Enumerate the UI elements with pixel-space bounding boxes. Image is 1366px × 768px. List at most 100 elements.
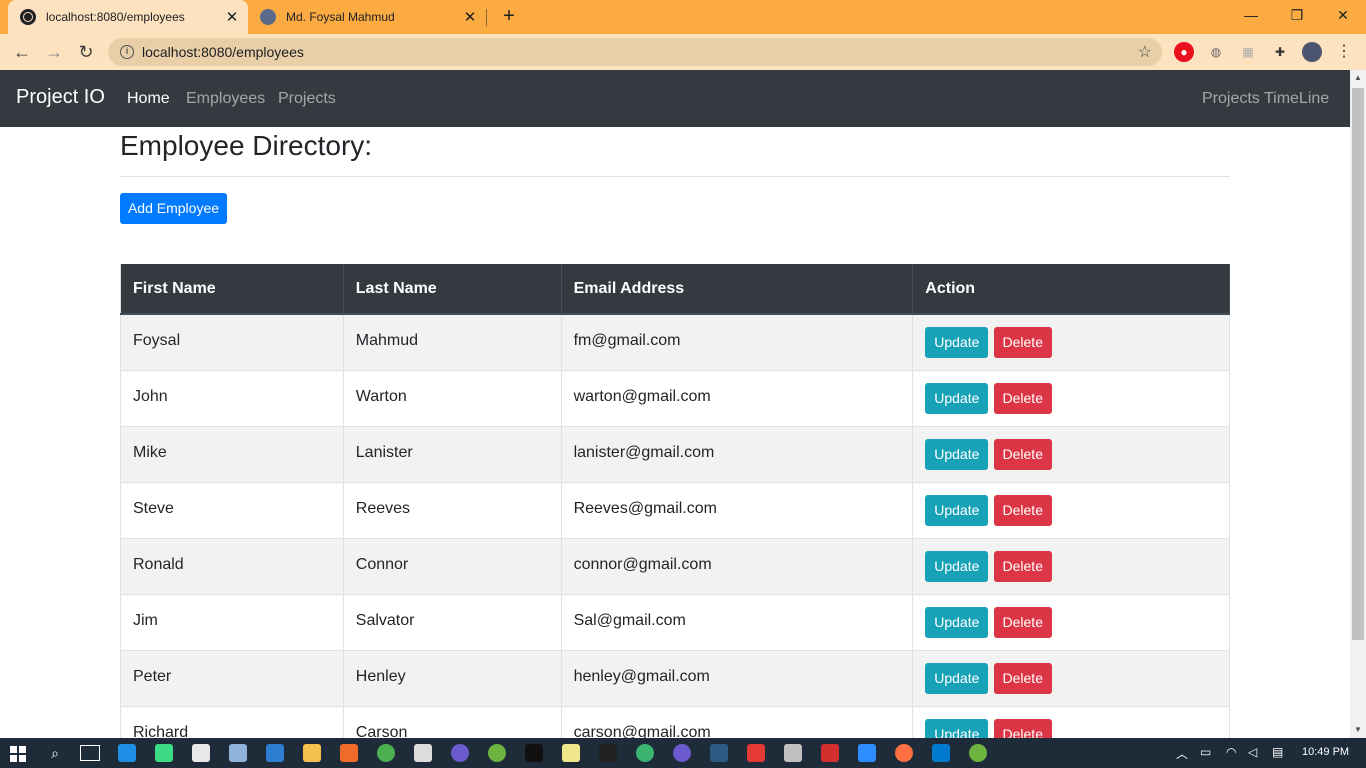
cell-actions: Update Delete	[912, 369, 1230, 426]
new-tab-button[interactable]: +	[498, 5, 520, 27]
delete-button[interactable]: Delete	[993, 662, 1052, 694]
eclipse-icon[interactable]	[451, 744, 469, 762]
calendar-icon[interactable]	[266, 744, 284, 762]
header-action: Action	[912, 264, 1230, 315]
url-text: localhost:8080/employees	[142, 44, 304, 60]
header-first-name: First Name	[120, 264, 344, 315]
spring-tools-icon[interactable]	[488, 744, 506, 762]
update-button[interactable]: Update	[925, 327, 989, 358]
update-button[interactable]: Update	[925, 662, 989, 694]
control-panel-icon[interactable]	[229, 744, 247, 762]
windows-taskbar: ⌕ ︿ ▭ ◠ ◁ ▤ 10:49 PM	[0, 738, 1366, 768]
nav-employees[interactable]: Employees	[186, 90, 265, 108]
nav-projects[interactable]: Projects	[278, 90, 336, 108]
spring-tools-icon[interactable]	[969, 744, 987, 762]
tab-employees[interactable]: localhost:8080/employees ✕	[8, 0, 248, 34]
windows-start-icon[interactable]	[10, 746, 26, 762]
battery-icon[interactable]: ▭	[1200, 745, 1211, 759]
menu-kebab-icon[interactable]: ⋮	[1334, 42, 1354, 62]
table-row: Mike Lanister lanister@gmail.com Update Del…	[120, 425, 1230, 482]
delete-button[interactable]: Delete	[993, 438, 1052, 470]
close-tab-icon[interactable]: ✕	[222, 8, 242, 26]
acrobat-icon[interactable]	[821, 744, 839, 762]
volume-icon[interactable]: ◁	[1248, 745, 1257, 759]
delete-button[interactable]: Delete	[993, 494, 1052, 526]
android-studio-icon[interactable]	[155, 744, 173, 762]
app-icon[interactable]	[340, 744, 358, 762]
cell-last: Lanister	[343, 425, 562, 482]
nav-home[interactable]: Home	[127, 90, 170, 108]
calculator-icon[interactable]	[414, 744, 432, 762]
update-button[interactable]: Update	[925, 382, 989, 414]
close-tab-icon[interactable]: ✕	[460, 8, 480, 26]
terminal-icon[interactable]	[525, 744, 543, 762]
divider	[120, 176, 1230, 177]
brand-logo[interactable]: Project IO	[16, 86, 105, 109]
delete-button[interactable]: Delete	[993, 550, 1052, 582]
header-last-name: Last Name	[343, 264, 562, 315]
cell-actions: Update Delete	[912, 481, 1230, 538]
forward-arrow-icon[interactable]: →	[42, 40, 66, 64]
notification-icon[interactable]: ▤	[1272, 745, 1283, 759]
app-icon[interactable]	[895, 744, 913, 762]
task-view-icon[interactable]	[80, 745, 100, 761]
back-arrow-icon[interactable]: ←	[10, 40, 34, 64]
reload-icon[interactable]: ↻	[74, 40, 98, 64]
cell-first: Mike	[120, 425, 344, 482]
table-row: Ronald Connor connor@gmail.com Update Delet…	[120, 537, 1230, 594]
app-icon[interactable]	[784, 744, 802, 762]
notepad-icon[interactable]	[562, 744, 580, 762]
pe-icon[interactable]	[599, 744, 617, 762]
app-icon[interactable]	[747, 744, 765, 762]
restore-button[interactable]: ❐	[1274, 0, 1320, 30]
page-scrollbar[interactable]: ▲ ▼	[1350, 70, 1366, 738]
zoom-icon[interactable]	[858, 744, 876, 762]
scrollbar-thumb[interactable]	[1352, 88, 1364, 640]
app-icon[interactable]	[636, 744, 654, 762]
cell-last: Reeves	[343, 481, 562, 538]
delete-button[interactable]: Delete	[993, 382, 1052, 414]
update-button[interactable]: Update	[925, 718, 989, 738]
edge-icon[interactable]	[118, 744, 136, 762]
cell-actions: Update Delete	[912, 593, 1230, 650]
delete-button[interactable]: Delete	[993, 606, 1052, 638]
scroll-down-arrow-icon[interactable]: ▼	[1350, 722, 1366, 738]
vscode-icon[interactable]	[932, 744, 950, 762]
search-icon[interactable]: ⌕	[46, 744, 64, 762]
extension-grid-icon[interactable]: ▦	[1238, 42, 1258, 62]
cell-email: connor@gmail.com	[561, 537, 914, 594]
cell-actions: Update Delete	[912, 425, 1230, 482]
extensions-puzzle-icon[interactable]: ✚	[1270, 42, 1290, 62]
info-icon[interactable]: i	[120, 45, 134, 59]
nav-projects-timeline[interactable]: Projects TimeLine	[1202, 90, 1329, 108]
adblock-icon[interactable]: ●	[1174, 42, 1194, 62]
mail-icon[interactable]	[192, 744, 210, 762]
add-employee-button[interactable]: Add Employee	[120, 193, 227, 224]
translate-icon[interactable]: ◍	[1206, 42, 1226, 62]
tab-profile[interactable]: Md. Foysal Mahmud ✕	[250, 0, 486, 34]
wifi-icon[interactable]: ◠	[1226, 745, 1236, 759]
update-button[interactable]: Update	[925, 606, 989, 638]
cell-last: Salvator	[343, 593, 562, 650]
close-window-button[interactable]: ✕	[1320, 0, 1366, 30]
address-bar[interactable]: i localhost:8080/employees ☆	[108, 38, 1162, 66]
delete-button[interactable]: Delete	[993, 327, 1052, 358]
cell-last: Warton	[343, 369, 562, 426]
delete-button[interactable]: Delete	[993, 718, 1052, 738]
eclipse-icon[interactable]	[673, 744, 691, 762]
chrome-icon[interactable]	[377, 744, 395, 762]
file-explorer-icon[interactable]	[303, 744, 321, 762]
profile-avatar[interactable]	[1302, 42, 1322, 62]
update-button[interactable]: Update	[925, 438, 989, 470]
mysql-icon[interactable]	[710, 744, 728, 762]
minimize-button[interactable]: —	[1228, 0, 1274, 30]
taskbar-clock[interactable]: 10:49 PM	[1302, 746, 1349, 758]
table-row: Richard Carson carson@gmail.com Update Dele…	[120, 705, 1230, 738]
table-header-row: First Name Last Name Email Address Actio…	[120, 264, 1230, 315]
tray-chevron-icon[interactable]: ︿	[1176, 745, 1188, 762]
bookmark-star-icon[interactable]: ☆	[1138, 42, 1152, 62]
update-button[interactable]: Update	[925, 550, 989, 582]
scroll-up-arrow-icon[interactable]: ▲	[1350, 70, 1366, 86]
update-button[interactable]: Update	[925, 494, 989, 526]
employee-table: First Name Last Name Email Address Actio…	[120, 264, 1230, 738]
